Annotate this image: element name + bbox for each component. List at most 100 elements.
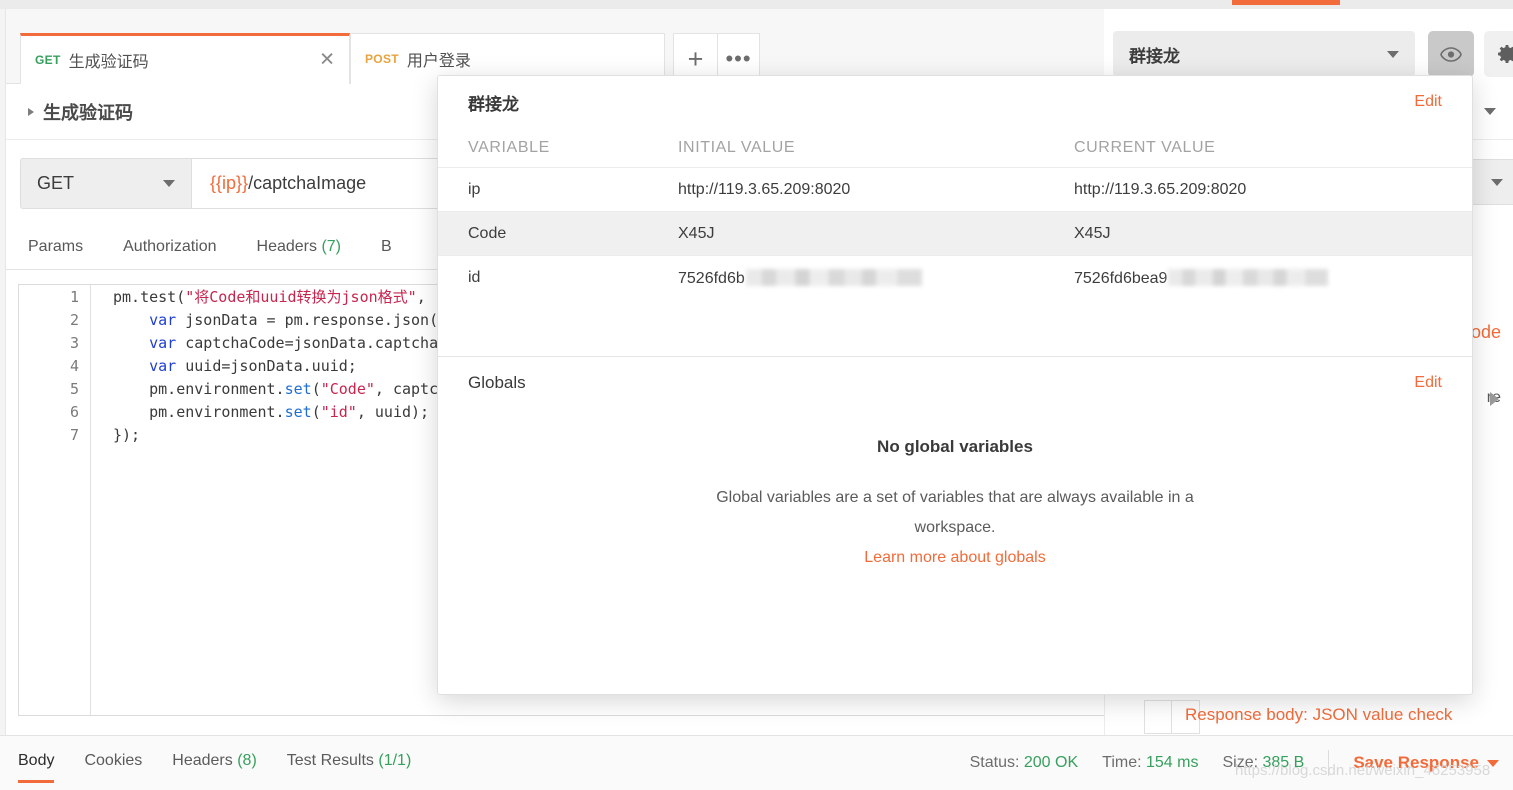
chevron-right-icon[interactable] bbox=[1490, 392, 1499, 406]
initial-value: http://119.3.65.209:8020 bbox=[678, 180, 851, 198]
redaction-mask bbox=[745, 268, 922, 286]
edit-globals-link[interactable]: Edit bbox=[1414, 374, 1442, 392]
tab-params[interactable]: Params bbox=[28, 238, 83, 256]
globals-header: Globals Edit bbox=[438, 357, 1472, 409]
current-value: X45J bbox=[1074, 224, 1111, 242]
response-tabs: Body Cookies Headers (8) Test Results (1… bbox=[0, 752, 412, 783]
variable-name: ip bbox=[468, 180, 481, 198]
table-row[interactable]: id 7526fd6b 7526fd6bea9 bbox=[438, 256, 1472, 300]
tab-count: (8) bbox=[237, 751, 257, 769]
response-pager-prev[interactable] bbox=[1144, 700, 1172, 734]
globals-empty-state: No global variables Global variables are… bbox=[438, 409, 1472, 567]
request-tab-bar: GET 生成验证码 ✕ POST 用户登录 + ••• bbox=[6, 9, 1104, 84]
line-number: 4 bbox=[69, 356, 79, 375]
globals-empty-description: Global variables are a set of variables … bbox=[716, 489, 1194, 536]
modal-header: 群接龙 Edit bbox=[438, 76, 1472, 128]
tab-method-badge: POST bbox=[365, 52, 399, 66]
tab-method-badge: GET bbox=[35, 53, 61, 67]
variable-name: Code bbox=[468, 224, 507, 242]
initial-value: X45J bbox=[678, 224, 715, 242]
status-value: 200 OK bbox=[1023, 754, 1079, 771]
time-label: Time: bbox=[1102, 754, 1142, 771]
time-badge: Time: 154 ms bbox=[1102, 754, 1198, 772]
divider bbox=[1328, 750, 1330, 776]
url-path-text: /captchaImage bbox=[248, 173, 367, 193]
tab-generate-captcha[interactable]: GET 生成验证码 ✕ bbox=[20, 33, 350, 84]
chevron-down-icon bbox=[1487, 759, 1499, 767]
response-meta: Status: 200 OK Time: 154 ms Size: 385 B … bbox=[970, 750, 1499, 776]
rail-dropdown-button[interactable] bbox=[1467, 159, 1513, 205]
tab-label: B bbox=[381, 238, 392, 255]
code-text: pm.test("将Code和uuid转换为json格式", bbox=[113, 288, 426, 306]
response-bar: Body Cookies Headers (8) Test Results (1… bbox=[0, 735, 1513, 790]
tab-label: Cookies bbox=[84, 751, 143, 769]
gear-icon[interactable] bbox=[1484, 31, 1513, 77]
environment-toolbar: 群接龙 bbox=[1104, 9, 1513, 84]
environment-selector[interactable]: 群接龙 bbox=[1113, 31, 1415, 77]
tab-body[interactable]: Body bbox=[18, 752, 55, 783]
column-header-current-value: CURRENT VALUE bbox=[1074, 138, 1216, 156]
postman-window: GET 生成验证码 ✕ POST 用户登录 + ••• 生成验证码 GET {{… bbox=[0, 0, 1513, 790]
code-text: var jsonData = pm.response.json( bbox=[149, 310, 439, 329]
size-value: 385 B bbox=[1262, 754, 1305, 771]
chevron-down-icon bbox=[163, 180, 175, 187]
eye-icon[interactable] bbox=[1428, 31, 1474, 77]
line-number: 6 bbox=[69, 402, 79, 421]
http-method-value: GET bbox=[37, 173, 75, 193]
chevron-right-icon[interactable] bbox=[28, 107, 34, 116]
code-text: var uuid=jsonData.uuid; bbox=[149, 356, 357, 375]
edit-environment-link[interactable]: Edit bbox=[1414, 93, 1442, 111]
tab-body[interactable]: B bbox=[381, 238, 392, 256]
tab-title: 用户登录 bbox=[406, 53, 471, 70]
line-number: 5 bbox=[69, 379, 79, 398]
save-response-button[interactable]: Save Response bbox=[1353, 753, 1499, 773]
column-header-initial-value: INITIAL VALUE bbox=[678, 138, 796, 156]
tab-label: Authorization bbox=[123, 238, 217, 255]
tab-title: 生成验证码 bbox=[68, 54, 149, 71]
url-variable-token: {{ip}} bbox=[210, 173, 249, 193]
initial-value-prefix: 7526fd6b bbox=[678, 269, 745, 287]
chevron-down-icon bbox=[1491, 178, 1503, 186]
initial-value-masked: 7526fd6b bbox=[678, 268, 1074, 288]
line-number: 3 bbox=[69, 333, 79, 352]
variables-table: VARIABLE INITIAL VALUE CURRENT VALUE ip … bbox=[438, 128, 1472, 300]
current-value: http://119.3.65.209:8020 bbox=[1074, 180, 1247, 198]
column-header-variable: VARIABLE bbox=[468, 138, 550, 156]
line-number: 7 bbox=[69, 425, 79, 444]
line-number: 2 bbox=[69, 310, 79, 329]
line-number: 1 bbox=[69, 287, 79, 306]
chevron-down-icon bbox=[1387, 50, 1399, 58]
code-text: }); bbox=[113, 425, 141, 444]
size-label: Size: bbox=[1222, 754, 1259, 771]
tab-headers[interactable]: Headers (8) bbox=[172, 752, 257, 775]
globals-title: Globals bbox=[468, 373, 526, 392]
tab-label: Params bbox=[28, 238, 84, 255]
current-value-prefix: 7526fd6bea9 bbox=[1074, 269, 1168, 287]
tab-label: Test Results bbox=[286, 751, 374, 769]
table-row[interactable]: ip http://119.3.65.209:8020 http://119.3… bbox=[438, 168, 1472, 212]
learn-more-globals-link[interactable]: Learn more about globals bbox=[438, 549, 1472, 567]
top-accent-bar bbox=[1232, 0, 1340, 5]
code-text: pm.environment.set("Code", captc bbox=[113, 379, 439, 398]
environment-quicklook-modal: 群接龙 Edit VARIABLE INITIAL VALUE CURRENT … bbox=[437, 75, 1473, 695]
tab-label: Headers bbox=[256, 238, 317, 255]
tab-authorization[interactable]: Authorization bbox=[123, 238, 216, 256]
tab-cookies[interactable]: Cookies bbox=[84, 752, 142, 775]
tab-count: (1/1) bbox=[378, 751, 412, 769]
current-value-masked: 7526fd6bea9 bbox=[1074, 268, 1442, 288]
tab-label: Headers bbox=[172, 751, 233, 769]
tab-headers[interactable]: Headers (7) bbox=[257, 238, 342, 256]
close-icon[interactable]: ✕ bbox=[319, 51, 335, 70]
globals-empty-title: No global variables bbox=[877, 437, 1033, 456]
tab-count: (7) bbox=[321, 238, 342, 255]
status-label: Status: bbox=[969, 754, 1020, 771]
window-top-strip bbox=[0, 0, 1513, 9]
chevron-down-icon[interactable] bbox=[1484, 108, 1496, 115]
http-method-select[interactable]: GET bbox=[20, 158, 192, 209]
status-badge: Status: 200 OK bbox=[970, 754, 1079, 772]
environment-name: 群接龙 bbox=[1129, 46, 1180, 66]
table-row[interactable]: Code X45J X45J bbox=[438, 212, 1472, 256]
page-title: 生成验证码 bbox=[43, 102, 133, 123]
size-badge: Size: 385 B bbox=[1222, 754, 1304, 772]
tab-test-results[interactable]: Test Results (1/1) bbox=[287, 752, 412, 775]
